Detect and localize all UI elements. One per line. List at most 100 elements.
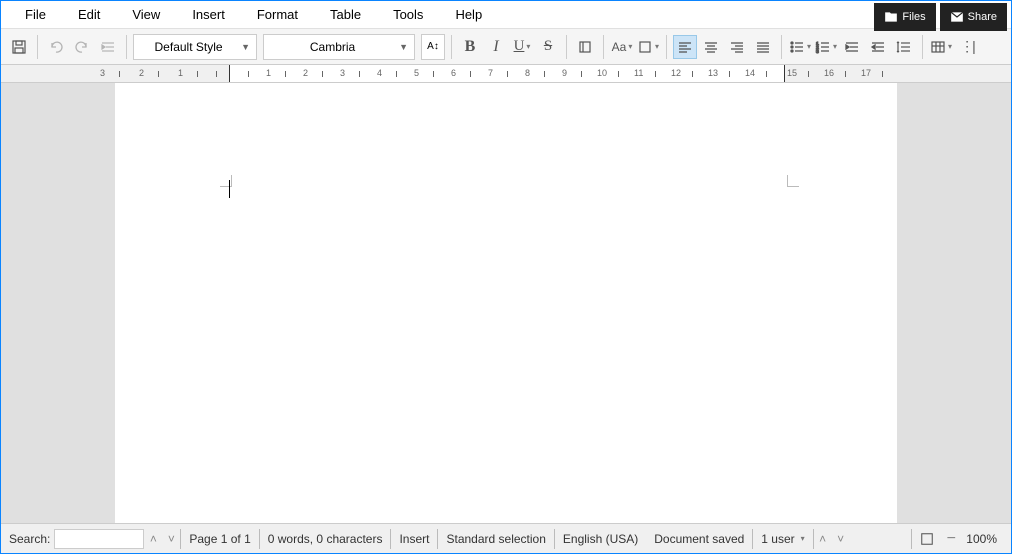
menu-format[interactable]: Format [241,3,314,26]
highlight-icon [637,39,653,55]
search-prev-button[interactable]: ˄ [144,530,162,548]
status-bar: Search: ˄ ˅ Page 1 of 1 0 words, 0 chara… [1,523,1011,553]
text-cursor [229,180,230,198]
ruler-num: 16 [824,68,834,78]
indent-dec-icon [870,39,886,55]
selection-mode-status[interactable]: Standard selection [446,532,545,546]
fit-page-icon[interactable] [920,532,934,546]
bold-button[interactable]: B [458,35,482,59]
align-center-button[interactable] [699,35,723,59]
more-button[interactable]: ⋮| [955,35,979,59]
save-status: Document saved [654,532,744,546]
chevron-down-icon: ▾ [526,42,530,51]
ruler-num: 2 [139,68,144,78]
chevron-down-icon: ▼ [241,42,250,52]
italic-icon: I [493,38,498,56]
share-label: Share [968,11,997,23]
zoom-level[interactable]: 100% [960,532,1003,546]
ruler-num: 4 [377,68,382,78]
ruler-num: 7 [488,68,493,78]
paragraph-style-dropdown[interactable]: Default Style ▼ [133,34,257,60]
font-name-dropdown[interactable]: Cambria ▼ [263,34,415,60]
fontsize-icon: A↕ [427,41,439,52]
chevron-down-icon: ▾ [833,42,837,51]
bullets-button[interactable]: ▾ [788,35,812,59]
menu-help[interactable]: Help [439,3,498,26]
undo-button[interactable] [44,35,68,59]
justify-icon [755,39,771,55]
folder-icon [884,10,898,24]
increase-indent-button[interactable] [840,35,864,59]
menu-file[interactable]: File [9,3,62,26]
chevron-down-icon: ▾ [948,42,952,51]
clear-formatting-button[interactable] [573,35,597,59]
menu-view[interactable]: View [116,3,176,26]
margin-corner-tl [220,175,232,187]
redo-icon [74,39,90,55]
chevron-down-icon: ˅ [837,532,844,546]
horizontal-ruler[interactable]: 3 2 1 1 2 3 4 5 6 7 8 9 10 11 12 13 14 [1,65,1011,83]
justify-button[interactable] [751,35,775,59]
strike-icon: S [544,38,552,55]
prev-change-button[interactable]: ˄ [814,530,832,548]
bold-icon: B [465,38,476,56]
search-next-button[interactable]: ˅ [162,530,180,548]
ruler-num: 3 [340,68,345,78]
strikethrough-button[interactable]: S [536,35,560,59]
italic-button[interactable]: I [484,35,508,59]
table-icon [930,39,946,55]
ruler-num: 10 [597,68,607,78]
files-label: Files [902,11,925,23]
format-paintbrush-button[interactable] [96,35,120,59]
underline-icon: U [514,38,525,55]
line-spacing-icon [896,39,912,55]
search-input[interactable] [54,529,144,549]
ruler-num: 11 [634,68,643,78]
ruler-num: 1 [178,68,183,78]
menu-tools[interactable]: Tools [377,3,439,26]
chevron-down-icon: ▾ [807,42,811,51]
files-button[interactable]: Files [874,3,935,31]
insert-mode-status[interactable]: Insert [399,532,429,546]
menu-table[interactable]: Table [314,3,377,26]
save-button[interactable] [7,35,31,59]
toolbar: Default Style ▼ Cambria ▼ A↕ B I U▾ S Aa… [1,29,1011,65]
redo-button[interactable] [70,35,94,59]
ruler-num: 13 [708,68,718,78]
zoom-out-button[interactable]: − [942,530,960,548]
ruler-num: 3 [100,68,105,78]
chevron-down-icon: ▾ [628,42,632,51]
align-left-button[interactable] [673,35,697,59]
decrease-indent-button[interactable] [866,35,890,59]
word-count-status[interactable]: 0 words, 0 characters [268,532,383,546]
document-area[interactable] [1,83,1011,523]
page[interactable] [115,83,897,523]
ruler-num: 14 [745,68,755,78]
insert-table-button[interactable]: ▾ [929,35,953,59]
top-buttons: Files Share [874,3,1007,31]
indent-icon [100,39,116,55]
page-status[interactable]: Page 1 of 1 [189,532,250,546]
menu-insert[interactable]: Insert [176,3,241,26]
chevron-down-icon: ▾ [655,42,659,51]
ruler-num: 2 [303,68,308,78]
ruler-num: 12 [671,68,681,78]
users-status[interactable]: 1 user [761,532,794,546]
align-right-button[interactable] [725,35,749,59]
font-size-button[interactable]: A↕ [421,34,445,60]
menu-edit[interactable]: Edit [62,3,116,26]
language-status[interactable]: English (USA) [563,532,638,546]
underline-button[interactable]: U▾ [510,35,534,59]
next-change-button[interactable]: ˅ [832,530,850,548]
character-formatting-button[interactable]: Aa▾ [610,35,634,59]
font-value: Cambria [270,40,395,54]
chevron-down-icon: ˅ [168,532,175,546]
highlight-button[interactable]: ▾ [636,35,660,59]
share-button[interactable]: Share [940,3,1007,31]
minus-icon: − [947,530,956,548]
numbering-icon: 123 [815,39,831,55]
line-spacing-button[interactable] [892,35,916,59]
ruler-num: 5 [414,68,419,78]
numbering-button[interactable]: 123▾ [814,35,838,59]
chevron-down-icon: ▼ [399,42,408,52]
